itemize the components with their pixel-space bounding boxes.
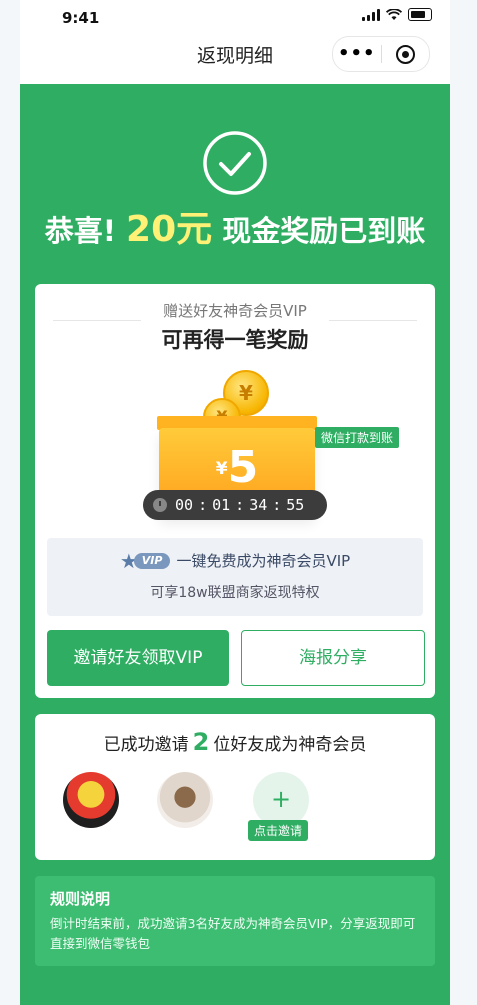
invited-title-prefix: 已成功邀请 xyxy=(103,735,189,755)
countdown-timer: 00: 01: 34: 55 xyxy=(143,490,327,520)
countdown-seconds: 34 xyxy=(249,496,268,514)
avatar xyxy=(63,772,119,828)
rules-panel: 规则说明 倒计时结束前，成功邀请3名好友成为神奇会员VIP，分享返现即可直接到微… xyxy=(35,876,435,966)
reward-subtitle: 赠送好友神奇会员VIP xyxy=(163,302,307,320)
success-check-icon xyxy=(203,131,267,195)
box-value: ¥5 xyxy=(159,442,315,493)
invited-friends-card: 已成功邀请 2 位好友成为神奇会员 + 点击邀请 xyxy=(35,714,435,860)
more-icon[interactable]: ••• xyxy=(333,39,381,69)
invite-friend-button[interactable]: 邀请好友领取VIP xyxy=(47,630,229,686)
countdown-fraction: 55 xyxy=(286,496,305,514)
plus-icon: + xyxy=(270,785,292,813)
invited-title-suffix: 位好友成为神奇会员 xyxy=(213,735,367,755)
headline-suffix: 现金奖励已到账 xyxy=(222,214,426,248)
invited-count: 2 xyxy=(192,728,210,756)
wechat-payout-tag: 微信打款到账 xyxy=(315,427,400,448)
signal-icon xyxy=(362,8,380,21)
headline-prefix: 恭喜! xyxy=(44,214,116,248)
target-icon xyxy=(395,44,415,64)
wifi-icon xyxy=(386,8,402,20)
reward-headline: 恭喜! 20元 现金奖励已到账 xyxy=(20,208,450,253)
invited-title: 已成功邀请 2 位好友成为神奇会员 xyxy=(35,728,435,759)
battery-icon xyxy=(408,8,432,21)
rules-text: 倒计时结束前，成功邀请3名好友成为神奇会员VIP，分享返现即可直接到微信零钱包 xyxy=(50,916,416,951)
vip-benefit: 可享18w联盟商家返现特权 xyxy=(150,585,320,601)
vip-badge-label: VIP xyxy=(133,552,171,569)
reward-amount: 20元 xyxy=(126,209,213,250)
currency-symbol: ¥ xyxy=(215,459,228,479)
avatar xyxy=(157,772,213,828)
reward-card: 赠送好友神奇会员VIP 可再得一笔奖励 ¥ ¥ ¥5 微信打款到账 00: 01… xyxy=(35,284,435,698)
countdown-minutes: 01 xyxy=(212,496,231,514)
countdown-hours: 00 xyxy=(175,496,194,514)
status-icons xyxy=(362,8,432,21)
reward-title: 可再得一笔奖励 xyxy=(161,328,309,352)
miniprogram-capsule: ••• xyxy=(332,36,430,72)
status-time: 9:41 xyxy=(62,9,100,27)
vip-headline: 一键免费成为神奇会员VIP xyxy=(176,552,351,570)
nav-bar: 返现明细 ••• xyxy=(20,32,450,84)
close-miniprogram-button[interactable] xyxy=(381,44,429,64)
vip-row: ★ VIP 一键免费成为神奇会员VIP xyxy=(47,550,423,571)
poster-share-button[interactable]: 海报分享 xyxy=(241,630,425,686)
phone-screen: 9:41 返现明细 ••• 恭喜! 20元 现金奖励已到账 赠送好友神奇会员VI… xyxy=(20,0,450,1005)
box-amount: 5 xyxy=(227,442,259,493)
vip-badge-icon: ★ VIP xyxy=(120,551,171,571)
clock-icon xyxy=(153,498,167,512)
rules-title: 规则说明 xyxy=(50,890,111,908)
vip-info-panel: ★ VIP 一键免费成为神奇会员VIP 可享18w联盟商家返现特权 xyxy=(47,538,423,616)
status-bar: 9:41 xyxy=(20,0,450,32)
invite-label[interactable]: 点击邀请 xyxy=(248,820,309,841)
